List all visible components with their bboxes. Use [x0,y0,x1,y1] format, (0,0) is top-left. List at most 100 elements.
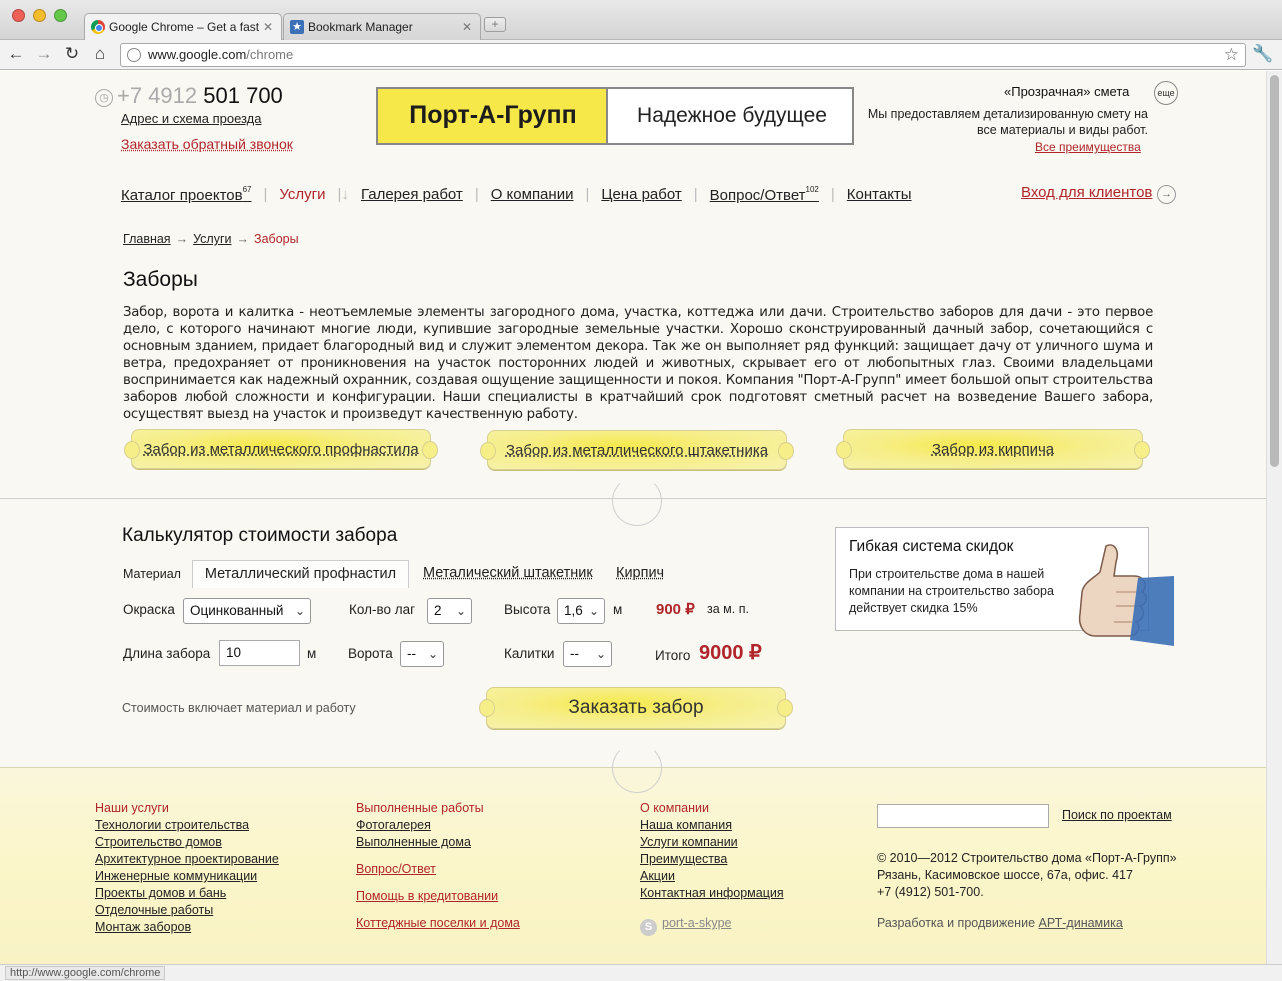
close-window-button[interactable] [12,9,25,22]
material-label: Материал [123,567,181,581]
nav-item-prices[interactable]: Цена работ [601,186,681,203]
maximize-window-button[interactable] [54,9,67,22]
logo-yellow-block: Порт-А-Групп [378,89,608,143]
reload-icon[interactable]: ↻ [62,44,82,64]
fence-profnastil-button[interactable]: Забор из металлического профнастила [124,429,438,469]
breadcrumb-arrow-icon: → [175,232,189,246]
breadcrumb-current: Заборы [254,232,299,246]
tab-profnastil[interactable]: Металлический профнастил [192,560,409,588]
footer-link[interactable]: Акции [640,868,784,885]
footer-link[interactable]: Проекты домов и бань [95,885,279,902]
logs-select[interactable]: 2 ⌄ [427,598,472,624]
page-title: Заборы [123,268,198,291]
footer-link[interactable]: Выполненные дома [356,834,520,851]
site-logo[interactable]: Порт-А-Групп Надежное будущее [376,87,854,145]
paint-label: Окраска [123,602,175,617]
browser-toolbar: ← → ↻ ⌂ www.google.com/chrome ☆ [0,40,1282,70]
close-tab-icon[interactable]: ✕ [462,20,472,34]
web-page: ◷ +7 4912 501 700 Адрес и схема проезда З… [0,71,1266,964]
status-url: http://www.google.com/chrome [5,966,166,980]
skype-icon: S [640,919,657,936]
fence-brick-button[interactable]: Забор из кирпича [836,429,1150,469]
page-scrollbar[interactable] [1266,71,1282,964]
nav-separator: | [830,185,835,203]
calculator-note: Стоимость включает материал и работу [122,701,356,715]
nav-separator: | [474,185,479,203]
footer-link[interactable]: Технологии строительства [95,817,279,834]
footer-heading: Выполненные работы [356,801,484,815]
smeta-text: Мы предоставляем детализированную смету … [867,107,1148,137]
footer-search-input[interactable] [877,804,1049,828]
login-icon[interactable]: → [1157,185,1176,204]
project-search-button[interactable]: Поиск по проектам [1062,808,1172,822]
developer-link[interactable]: АРТ-динамика [1039,916,1123,930]
all-advantages-link[interactable]: Все преимущества [1035,140,1141,154]
order-fence-button[interactable]: Заказать забор [479,687,793,729]
tab-brick[interactable]: Кирпич [616,560,664,588]
paint-select[interactable]: Оцинкованный ⌄ [183,598,311,624]
footer-link[interactable]: Фотогалерея [356,817,520,834]
footer-link[interactable]: Помощь в кредитовании [356,888,520,905]
nav-item-gallery[interactable]: Галерея работ [361,186,463,203]
length-input[interactable]: 10 [219,640,300,666]
footer-link[interactable]: Отделочные работы [95,902,279,919]
gate-label: Ворота [348,646,393,661]
price-per-meter: 900 ₽ [656,601,695,618]
wrench-menu-icon[interactable]: 🔧 [1252,44,1273,64]
address-bar[interactable]: www.google.com/chrome ☆ [120,43,1246,67]
chevron-down-icon: ⌄ [455,604,466,618]
gate-select[interactable]: -- ⌄ [400,641,444,667]
callback-link[interactable]: Заказать обратный звонок [121,136,293,152]
tab-shtaketnik[interactable]: Металический штакетник [423,560,593,588]
nav-item-services[interactable]: Услуги [279,186,325,203]
breadcrumb-home[interactable]: Главная [123,232,171,246]
address-bar-url: www.google.com/chrome [148,47,294,62]
page-icon [127,48,141,62]
wicket-select[interactable]: -- ⌄ [563,641,612,667]
footer-link[interactable]: Преимущества [640,851,784,868]
nav-item-catalog[interactable]: Каталог проектов67 [121,185,252,204]
back-icon[interactable]: ← [6,44,26,64]
breadcrumb-services[interactable]: Услуги [193,232,231,246]
fence-shtaketnik-button[interactable]: Забор из металлического штакетника [480,430,794,470]
footer-link[interactable]: Коттеджные поселки и дома [356,915,520,932]
footer-link[interactable]: Строительство домов [95,834,279,851]
divider-notch [612,476,662,526]
total-label: Итого [655,648,691,663]
height-select[interactable]: 1,6 ⌄ [557,598,605,624]
footer-link[interactable]: Архитектурное проектирование [95,851,279,868]
nav-separator: | [693,185,698,203]
tab-google-chrome[interactable]: Google Chrome – Get a fast ✕ [84,13,282,40]
smeta-more-button[interactable]: еще [1154,81,1178,105]
tab-bookmark-manager[interactable]: ★ Bookmark Manager ✕ [283,13,481,40]
footer-link[interactable]: Контактная информация [640,885,784,902]
chrome-icon [91,20,105,34]
intro-text: Забор, ворота и калитка - неотъемлемые э… [123,305,1153,422]
footer-link[interactable]: Монтаж заборов [95,919,279,936]
footer-link[interactable]: Наша компания [640,817,784,834]
home-icon[interactable]: ⌂ [90,44,110,64]
logo-tagline: Надежное будущее [637,104,827,127]
breadcrumb-arrow-icon: → [236,232,250,246]
nav-item-about[interactable]: О компании [491,186,574,203]
minimize-window-button[interactable] [33,9,46,22]
footer-link[interactable]: Вопрос/Ответ [356,861,520,878]
footer-link[interactable]: Инженерные коммуникации [95,868,279,885]
discount-text: При строительстве дома в нашей компании … [849,567,1054,615]
chevron-down-icon: ⌄ [294,604,305,618]
address-link[interactable]: Адрес и схема проезда [121,111,262,126]
scrollbar-thumb[interactable] [1270,75,1279,467]
nav-item-faq[interactable]: Вопрос/Ответ102 [710,185,819,204]
new-tab-button[interactable]: + [484,17,506,32]
close-tab-icon[interactable]: ✕ [263,20,273,34]
nav-item-contacts[interactable]: Контакты [847,186,912,203]
client-login-link[interactable]: Вход для клиентов [1021,184,1152,201]
footer-developer: Разработка и продвижение АРТ-динамика [877,916,1123,930]
chevron-down-icon: ⌄ [595,647,606,661]
bookmark-star-icon[interactable]: ☆ [1224,45,1239,65]
skype-link[interactable]: Sport-a-skype [640,916,731,936]
chevron-down-icon: ⌄ [588,604,599,618]
forward-icon[interactable]: → [34,44,54,64]
footer-notch [612,743,662,793]
footer-link[interactable]: Услуги компании [640,834,784,851]
